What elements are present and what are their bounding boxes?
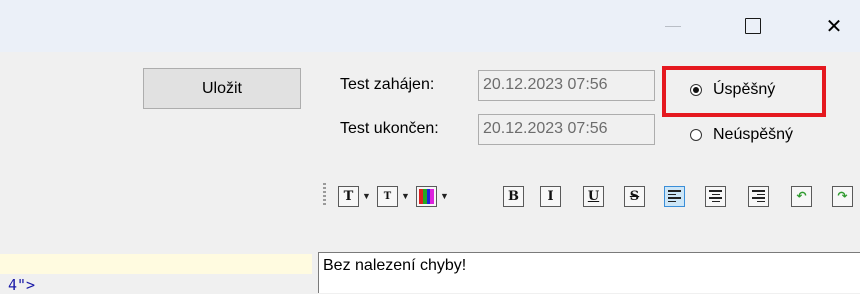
font-dropdown[interactable]: T ▼ — [338, 183, 371, 209]
current-line-highlight — [0, 254, 312, 274]
close-icon: ✕ — [825, 14, 843, 38]
chevron-down-icon: ▼ — [362, 191, 371, 201]
align-center-icon — [705, 185, 726, 207]
chevron-down-icon: ▼ — [440, 191, 449, 201]
code-fragment: 4"> — [8, 276, 36, 294]
bold-icon: B — [503, 185, 524, 207]
underline-button[interactable]: U — [583, 183, 604, 209]
italic-button[interactable]: I — [540, 183, 561, 209]
font-icon: T — [338, 185, 359, 207]
undo-icon: ↶ — [791, 185, 812, 207]
toolbar-grip[interactable] — [323, 183, 326, 207]
maximize-button[interactable] — [730, 0, 776, 52]
test-ended-field[interactable]: 20.12.2023 07:56 — [478, 114, 655, 145]
undo-button[interactable]: ↶ — [791, 183, 812, 209]
underline-icon: U — [583, 185, 604, 207]
align-right-button[interactable] — [748, 183, 769, 209]
color-dropdown[interactable]: ▼ — [416, 183, 449, 209]
radio-failure[interactable]: Neúspěšný — [690, 126, 793, 144]
minimize-icon — [665, 25, 681, 27]
close-button[interactable]: ✕ — [811, 0, 857, 52]
test-ended-label: Test ukončen: — [340, 120, 439, 137]
maximize-icon — [745, 18, 761, 34]
editor-text: Bez nalezení chyby! — [323, 257, 467, 274]
radio-unchecked-icon — [690, 129, 702, 141]
align-right-icon — [748, 185, 769, 207]
highlight-frame — [662, 66, 826, 117]
font-size-icon: T — [377, 185, 398, 207]
color-icon — [416, 185, 437, 207]
title-bar: ✕ — [0, 0, 860, 52]
test-started-label: Test zahájen: — [340, 76, 435, 93]
strikethrough-button[interactable]: S — [624, 183, 645, 209]
chevron-down-icon: ▼ — [401, 191, 410, 201]
bold-button[interactable]: B — [503, 183, 524, 209]
save-button[interactable]: Uložit — [143, 68, 301, 109]
minimize-button[interactable] — [650, 0, 696, 52]
test-started-field[interactable]: 20.12.2023 07:56 — [478, 70, 655, 101]
radio-failure-label: Neúspěšný — [713, 126, 794, 143]
save-button-label: Uložit — [201, 79, 242, 97]
strikethrough-icon: S — [624, 185, 645, 207]
align-center-button[interactable] — [705, 183, 726, 209]
align-left-icon — [664, 185, 685, 207]
align-left-button[interactable] — [664, 183, 685, 209]
font-size-dropdown[interactable]: T ▼ — [377, 183, 410, 209]
comment-editor[interactable]: Bez nalezení chyby! — [318, 252, 860, 293]
italic-icon: I — [540, 185, 561, 207]
redo-icon: ↷ — [832, 185, 853, 207]
redo-button[interactable]: ↷ — [832, 183, 853, 209]
